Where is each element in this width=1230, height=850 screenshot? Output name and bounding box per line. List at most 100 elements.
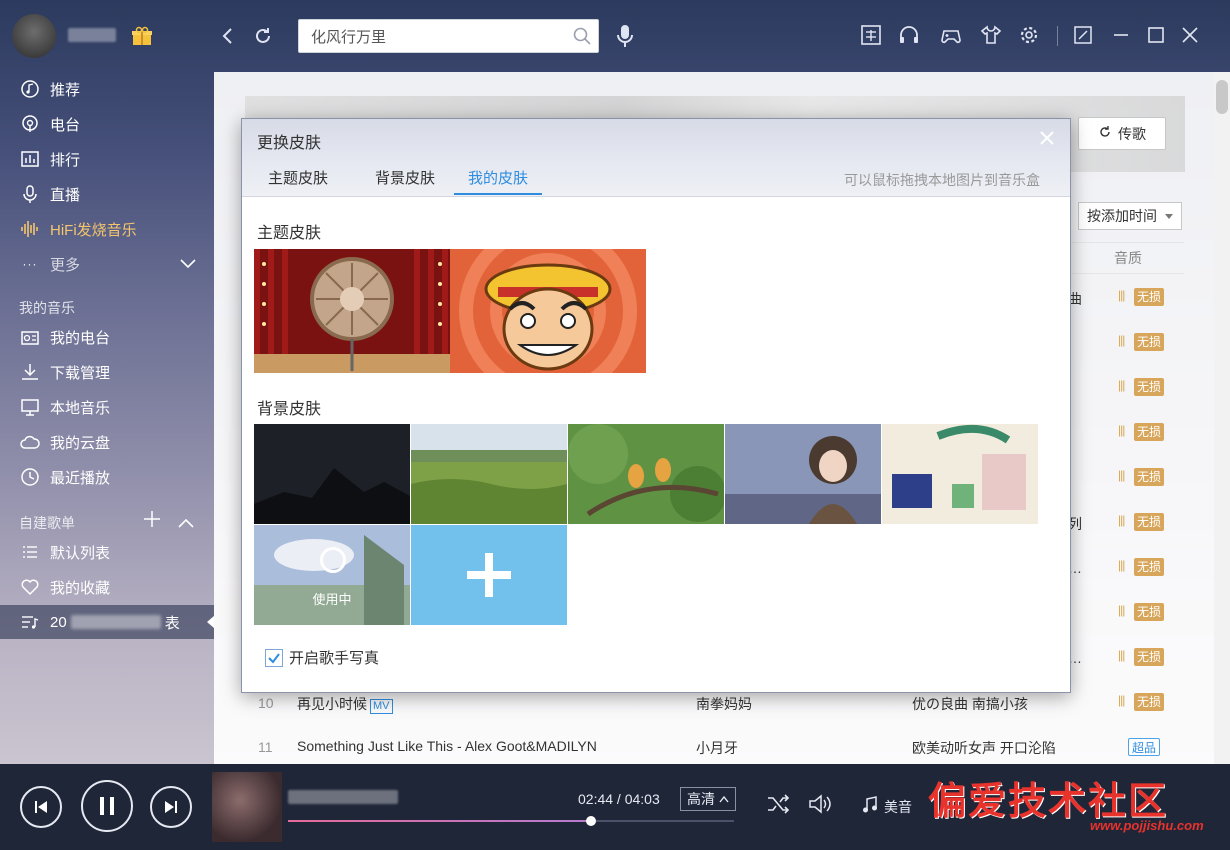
scrollbar-thumb[interactable] <box>1216 80 1228 114</box>
in-use-icon <box>320 547 346 573</box>
sidebar-item-label: 我的收藏 <box>50 579 111 597</box>
skin-thumbnail-current[interactable]: 使用中 <box>254 525 410 625</box>
volume-icon[interactable] <box>808 794 832 819</box>
sidebar-item-radio[interactable]: 电台 <box>0 107 214 141</box>
skin-thumbnail-anime-girl[interactable] <box>725 424 881 524</box>
quality-column-header: 音质 <box>1072 242 1184 274</box>
song-name-blurred[interactable] <box>288 790 398 804</box>
sidebar-item-recent[interactable]: 最近播放 <box>0 460 214 494</box>
sidebar-item-label: 默认列表 <box>50 544 111 562</box>
sidebar-item-cloud[interactable]: 我的云盘 <box>0 425 214 459</box>
pause-button[interactable] <box>81 780 133 832</box>
sound-effect-label[interactable]: 美音 <box>884 797 912 817</box>
close-icon[interactable] <box>1178 24 1202 48</box>
singer-photo-toggle[interactable]: 开启歌手写真 <box>265 647 379 668</box>
sidebar-item-hifi[interactable]: HiFi发烧音乐 <box>0 212 214 246</box>
username-blurred[interactable] <box>68 28 116 42</box>
skin-thumbnail-birds[interactable] <box>568 424 724 524</box>
next-button[interactable] <box>150 786 192 828</box>
skin-thumbnail-night-mountain[interactable] <box>254 424 410 524</box>
search-input[interactable] <box>311 20 561 52</box>
lossless-badge: ||| 无损 <box>1118 512 1176 532</box>
shirt-icon[interactable] <box>979 24 1003 48</box>
sidebar-item-more[interactable]: ··· 更多 <box>0 247 214 281</box>
progress-handle[interactable] <box>586 816 597 826</box>
search-box[interactable] <box>298 19 599 53</box>
tab-my-skin[interactable]: 我的皮肤 <box>454 167 542 195</box>
sidebar-item-favorites[interactable]: 我的收藏 <box>0 570 214 604</box>
sidebar-item-chart[interactable]: 排行 <box>0 142 214 176</box>
checkbox-label: 开启歌手写真 <box>289 650 380 667</box>
sidebar-item-label: 我的云盘 <box>50 434 111 452</box>
voice-search-icon[interactable] <box>612 22 638 50</box>
sidebar-item-label: 推荐 <box>50 81 81 99</box>
chevron-down-icon[interactable] <box>180 256 196 272</box>
sort-select[interactable]: 按添加时间 <box>1078 202 1182 230</box>
close-icon[interactable] <box>1036 127 1058 149</box>
sidebar-item-local-music[interactable]: 本地音乐 <box>0 390 214 424</box>
top-bar <box>0 0 1230 72</box>
waveform-icon: ||| <box>1118 468 1125 482</box>
gamepad-icon[interactable] <box>939 24 963 48</box>
player-bar: 02:44 / 04:03 高清 美音 偏爱技术社区 www.pojjishu.… <box>0 764 1230 850</box>
sidebar-item-custom-playlist[interactable]: 20 表 <box>0 605 214 639</box>
sidebar-item-label: 下载管理 <box>50 364 111 382</box>
track-album[interactable]: 优の良曲 南搞小孩 <box>912 694 1028 714</box>
shuffle-icon[interactable] <box>766 794 790 819</box>
mini-mode-icon[interactable] <box>1071 24 1095 48</box>
sidebar-item-live[interactable]: 直播 <box>0 177 214 211</box>
avatar[interactable] <box>12 14 56 58</box>
headphone-icon[interactable] <box>897 24 921 48</box>
skin-thumbnail-stage-mic[interactable] <box>254 249 450 373</box>
download-icon <box>19 361 41 383</box>
track-title[interactable]: Something Just Like This - Alex Goot&MAD… <box>297 738 597 754</box>
waveform-icon: ||| <box>1118 603 1125 617</box>
gift-icon[interactable] <box>131 26 153 46</box>
radio-box-icon <box>19 326 41 348</box>
track-title[interactable]: 再见小时候 MV <box>297 694 393 714</box>
scrollbar[interactable] <box>1214 72 1230 764</box>
search-icon[interactable] <box>572 26 592 46</box>
sidebar-item-label: HiFi发烧音乐 <box>50 221 137 239</box>
sidebar-item-label: 电台 <box>50 116 81 134</box>
sidebar-item-default-list[interactable]: 默认列表 <box>0 535 214 569</box>
sidebar-item-label: 排行 <box>50 151 81 169</box>
tab-background-skin[interactable]: 背景皮肤 <box>364 167 446 195</box>
table-row[interactable]: 11 Something Just Like This - Alex Goot&… <box>214 729 1214 765</box>
previous-button[interactable] <box>20 786 62 828</box>
sidebar-item-my-radio[interactable]: 我的电台 <box>0 320 214 354</box>
checkbox[interactable] <box>265 648 283 667</box>
add-playlist-icon[interactable] <box>143 510 161 531</box>
upload-song-button[interactable]: 传歌 <box>1078 117 1166 150</box>
waveform-icon: ||| <box>1118 378 1125 392</box>
track-artist[interactable]: 小月牙 <box>696 738 738 758</box>
track-artist[interactable]: 南拳妈妈 <box>696 694 752 714</box>
waveform-icon: ||| <box>1118 558 1125 572</box>
lossless-badge: ||| 无损 <box>1118 332 1176 352</box>
skin-thumbnail-green-field[interactable] <box>411 424 567 524</box>
progress-bar[interactable] <box>288 816 734 826</box>
album-cover[interactable] <box>212 772 282 842</box>
skin-thumbnail-cartoon[interactable] <box>450 249 646 373</box>
track-album[interactable]: 欧美动听女声 开口沦陷 <box>912 738 1056 758</box>
pause-icon <box>100 797 114 815</box>
sidebar-item-download[interactable]: 下载管理 <box>0 355 214 389</box>
chevron-up-icon[interactable] <box>178 515 194 531</box>
refresh-icon[interactable] <box>251 22 275 50</box>
minimize-icon[interactable] <box>1109 24 1133 48</box>
tab-theme-skin[interactable]: 主题皮肤 <box>257 167 339 195</box>
sidebar-item-label: 更多 <box>50 256 81 274</box>
mv-badge[interactable]: MV <box>370 699 393 714</box>
sidebar-item-recommend[interactable]: 推荐 <box>0 72 214 106</box>
skin-thumbnail-pixel-art[interactable] <box>882 424 1038 524</box>
back-arrow-icon[interactable] <box>216 22 240 50</box>
music-note-icon[interactable] <box>862 796 878 819</box>
add-skin-button[interactable] <box>411 525 567 625</box>
skin-icon[interactable] <box>859 24 883 48</box>
section-title-background-skin: 背景皮肤 <box>257 401 322 418</box>
monitor-icon <box>19 396 41 418</box>
maximize-icon[interactable] <box>1144 24 1168 48</box>
quality-button[interactable]: 高清 <box>680 787 736 811</box>
gear-icon[interactable] <box>1017 24 1041 48</box>
clock-icon <box>19 466 41 488</box>
